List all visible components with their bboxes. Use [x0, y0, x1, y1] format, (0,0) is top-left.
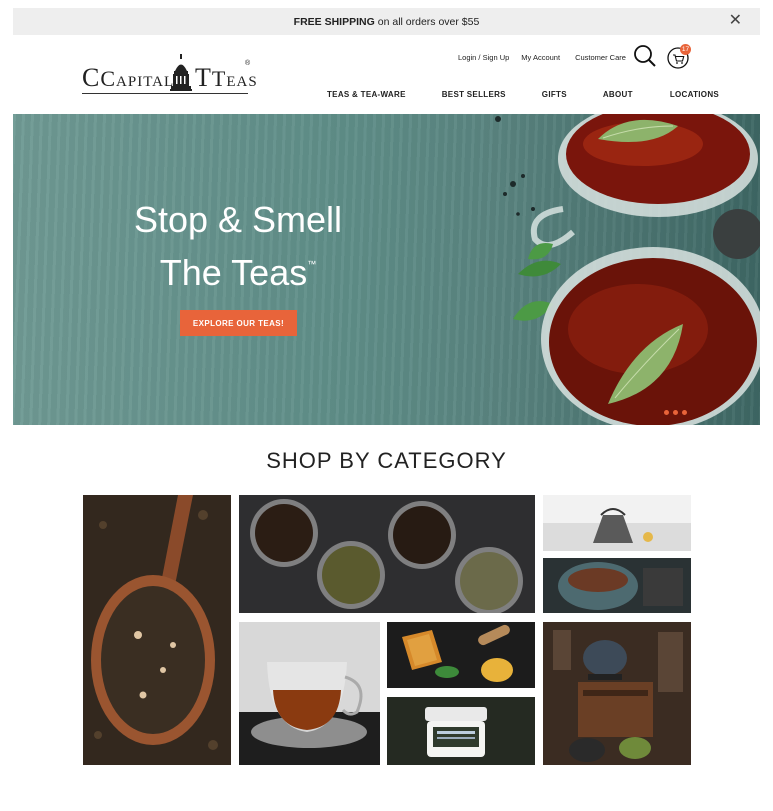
carousel-dots [664, 410, 687, 415]
explore-teas-button[interactable]: EXPLORE OUR TEAS! [180, 310, 297, 336]
logo-word-capital: CCapital [82, 63, 175, 92]
category-tile-cast-iron[interactable] [543, 622, 691, 765]
cart-count-badge: 17 [680, 44, 691, 55]
nav-about[interactable]: ABOUT [603, 90, 633, 99]
kettle-image [543, 495, 691, 551]
close-icon[interactable]: ✕ [729, 12, 742, 30]
category-tile-loose-tea[interactable] [83, 495, 231, 765]
nav-teas-teaware[interactable]: TEAS & TEA-WARE [327, 90, 406, 99]
hero-tea-cups-image [495, 114, 760, 425]
capitol-dome-icon [170, 54, 192, 91]
category-tile-tea-collection[interactable] [239, 495, 535, 613]
infuser-image [543, 558, 691, 613]
promo-bold: FREE SHIPPING [293, 15, 375, 28]
main-nav: TEAS & TEA-WARE BEST SELLERS GIFTS ABOUT… [327, 90, 719, 99]
hero-line-1: Stop & Smell [133, 199, 343, 240]
tea-bowls-image [239, 495, 535, 613]
category-tile-kettles[interactable] [543, 495, 691, 551]
category-tile-body-care[interactable] [387, 697, 535, 765]
shop-by-category-heading: SHOP BY CATEGORY [266, 448, 507, 473]
nav-locations[interactable]: LOCATIONS [670, 90, 719, 99]
login-link[interactable]: Login / Sign Up [458, 53, 509, 62]
category-tile-infusers[interactable] [543, 558, 691, 613]
loose-tea-spoon-image [83, 495, 231, 765]
logo-registered-mark: ® [245, 60, 251, 67]
category-tile-honey[interactable] [387, 622, 535, 688]
site-header: CCapital TTeas ® Login / Sign Up My Acco [13, 35, 760, 114]
logo-word-teas: TTeas [195, 63, 258, 92]
category-tile-teaware[interactable] [239, 622, 380, 765]
page-frame: FREE SHIPPING on all orders over $55 ✕ C… [13, 8, 760, 803]
carousel-dot[interactable] [664, 410, 669, 415]
nav-gifts[interactable]: GIFTS [542, 90, 567, 99]
logo[interactable]: CCapital TTeas ® [82, 54, 257, 96]
carousel-dot[interactable] [673, 410, 678, 415]
customer-care-link[interactable]: Customer Care [575, 53, 626, 62]
my-account-link[interactable]: My Account [521, 53, 560, 62]
cast-iron-teapot-image [543, 622, 691, 765]
body-butter-image [387, 697, 535, 765]
hero-headline: Stop & Smell The Teas™ [133, 198, 343, 295]
promo-text: on all orders over $55 [377, 15, 480, 28]
utility-links: Login / Sign Up My Account Customer Care [458, 53, 637, 62]
hero-line-2: The Teas™ [159, 252, 317, 293]
carousel-dot[interactable] [682, 410, 687, 415]
glass-cup-image [239, 622, 380, 765]
honey-image [387, 622, 535, 688]
nav-best-sellers[interactable]: BEST SELLERS [442, 90, 506, 99]
hero-banner[interactable]: Stop & Smell The Teas™ EXPLORE OUR TEAS! [13, 114, 760, 425]
promo-bar: FREE SHIPPING on all orders over $55 ✕ [13, 8, 760, 35]
search-icon[interactable] [633, 44, 657, 68]
logo-underline [82, 93, 248, 94]
